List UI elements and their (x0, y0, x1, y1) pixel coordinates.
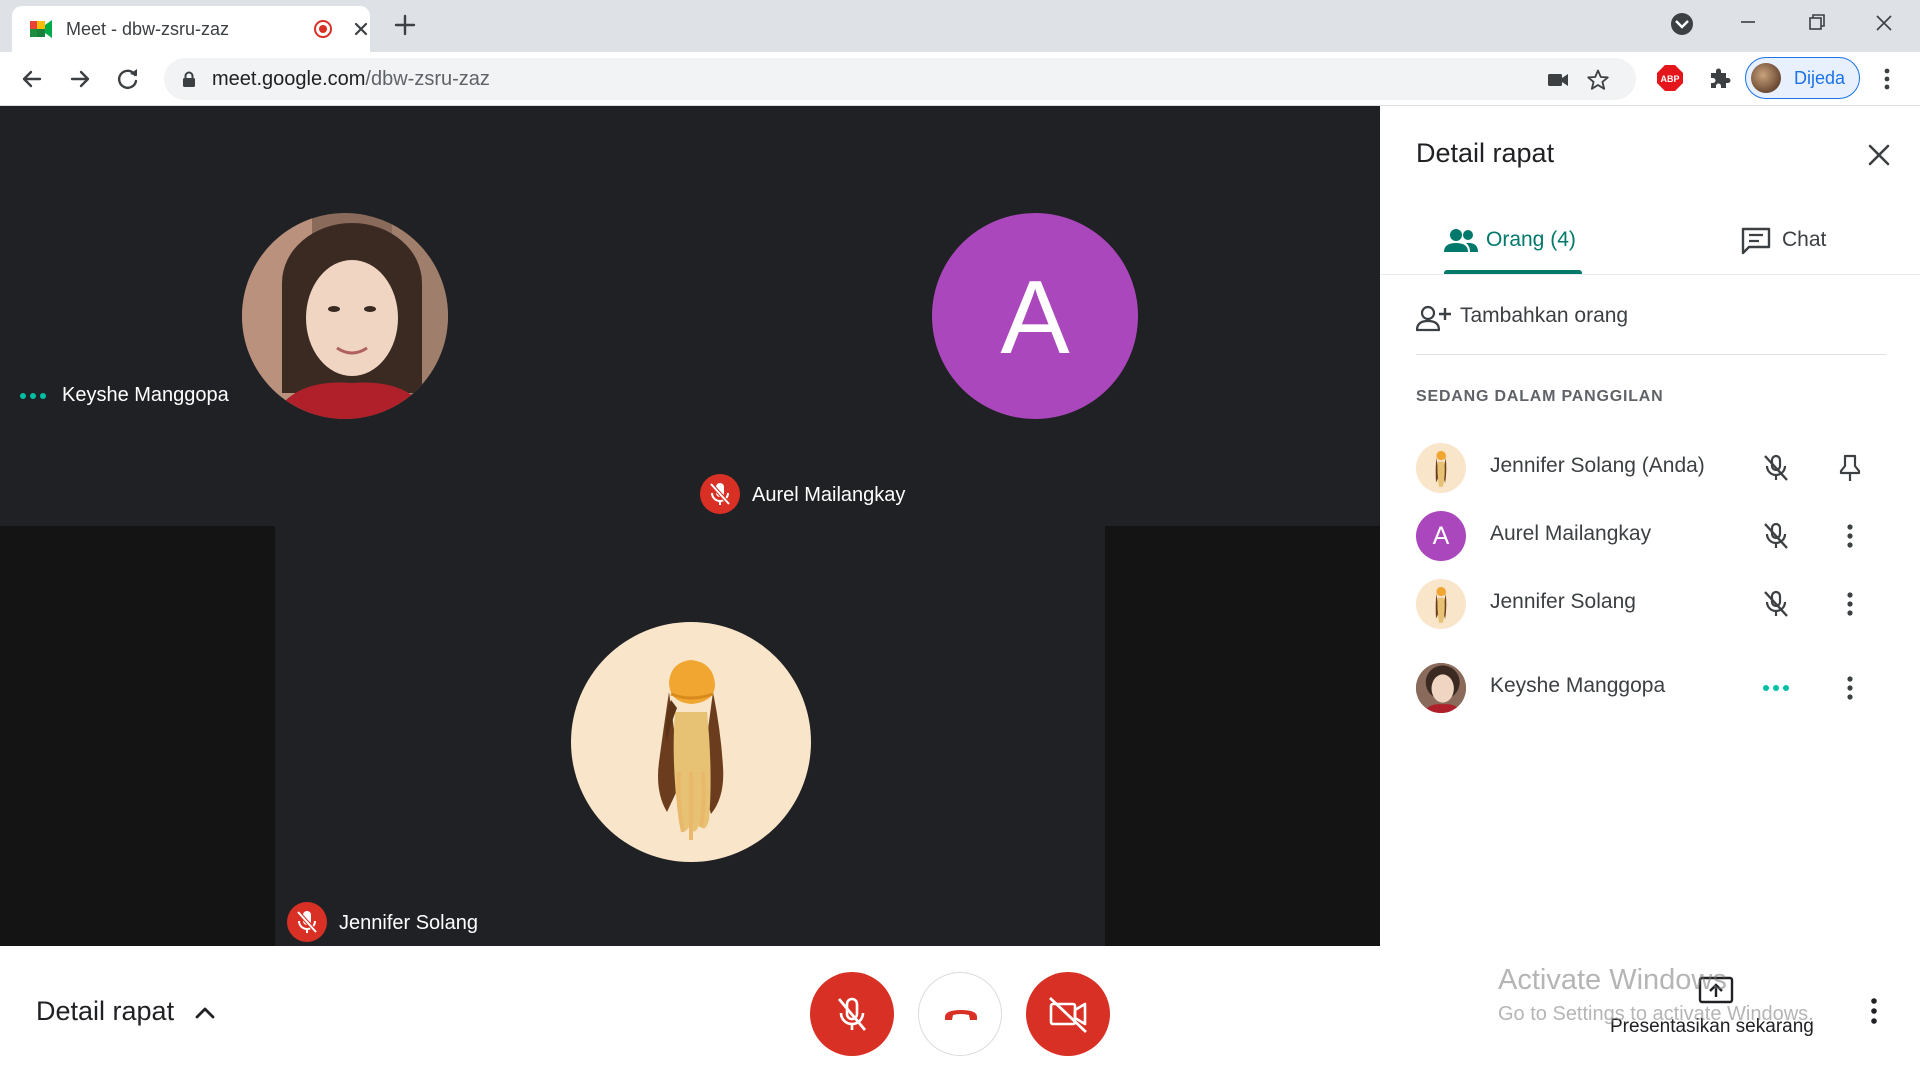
camera-off-icon (1049, 996, 1087, 1034)
participant-letter-avatar: A (932, 213, 1138, 419)
participant-list-name: Aurel Mailangkay (1490, 522, 1652, 545)
abp-label: ABP (1660, 74, 1679, 84)
avatar-letter: A (1432, 522, 1450, 550)
mic-off-icon (1764, 522, 1788, 549)
more-options-icon[interactable] (1862, 994, 1886, 1028)
more-vert-icon[interactable] (1834, 672, 1866, 704)
profile-status-label: Dijeda (1794, 68, 1846, 88)
toggle-camera-button[interactable] (1026, 972, 1110, 1056)
hang-up-phone-icon (945, 1010, 977, 1020)
participant-name: Aurel Mailangkay (752, 484, 906, 506)
toggle-microphone-button[interactable] (810, 972, 894, 1056)
meeting-controls-bar: Detail rapat Presentasikan sekarang (0, 946, 1920, 1080)
url-path: /dbw-zsru-zaz (365, 68, 490, 90)
tab-chat-label: Chat (1782, 228, 1827, 251)
tab-divider (1380, 274, 1920, 275)
camera-indicator-icon[interactable] (1546, 68, 1570, 92)
mic-off-icon (709, 482, 731, 506)
more-vert-icon[interactable] (1834, 520, 1866, 552)
tab-people[interactable]: Orang (4) (1444, 216, 1604, 274)
leave-call-button[interactable] (918, 972, 1002, 1056)
mic-off-icon (1764, 454, 1788, 481)
participant-tile-keyshe[interactable]: Keyshe Manggopa (0, 106, 690, 526)
forward-icon[interactable] (66, 65, 94, 93)
mic-off-icon (837, 997, 867, 1031)
extensions-puzzle-icon[interactable] (1706, 65, 1732, 91)
chevron-up-icon[interactable] (192, 1000, 218, 1026)
tab-close-icon[interactable] (350, 18, 372, 40)
profile-avatar (1751, 63, 1781, 93)
participant-avatar (1416, 443, 1466, 493)
people-icon (1444, 229, 1478, 252)
stage-letterbox-left (0, 526, 275, 946)
present-now-button[interactable]: Presentasikan sekarang (1600, 976, 1840, 1046)
panel-title: Detail rapat (1416, 138, 1555, 168)
adblock-plus-icon[interactable]: ABP (1656, 64, 1684, 92)
mic-off-icon (1764, 590, 1788, 617)
stage-letterbox-right (1105, 526, 1380, 946)
back-icon[interactable] (18, 65, 46, 93)
add-person-label: Tambahkan orang (1460, 304, 1629, 327)
minimize-icon[interactable] (1728, 8, 1768, 38)
meeting-stage: Keyshe Manggopa A Aurel Mailangkay Jenni… (0, 106, 1380, 946)
address-bar[interactable]: meet.google.com/dbw-zsru-zaz (164, 58, 1636, 100)
url-text: meet.google.com/dbw-zsru-zaz (212, 68, 490, 91)
tab-chat[interactable]: Chat (1740, 216, 1850, 274)
muted-badge (700, 474, 740, 514)
restore-icon[interactable] (1796, 8, 1836, 38)
participant-illustration-avatar (571, 622, 811, 862)
chat-icon (1741, 227, 1771, 255)
bookmark-star-icon[interactable] (1586, 68, 1610, 92)
browser-toolbar: meet.google.com/dbw-zsru-zaz ABP Dijeda (0, 52, 1920, 106)
reload-icon[interactable] (114, 65, 142, 93)
muted-badge (287, 902, 327, 942)
mic-off-icon (296, 910, 318, 934)
tab-search-icon[interactable] (1662, 8, 1702, 38)
google-meet-favicon (30, 20, 52, 38)
speaking-dots-icon (20, 393, 46, 399)
tab-people-label: Orang (4) (1486, 228, 1576, 251)
present-screen-icon (1698, 976, 1734, 1004)
browser-tab[interactable]: Meet - dbw-zsru-zaz (12, 6, 370, 52)
participant-list-item[interactable]: Jennifer Solang (1416, 574, 1896, 634)
new-tab-icon[interactable] (392, 12, 418, 38)
add-person-button[interactable]: Tambahkan orang (1416, 298, 1816, 338)
participant-list-name: Jennifer Solang (Anda) (1490, 454, 1705, 477)
add-person-icon (1416, 305, 1451, 332)
url-host: meet.google.com (212, 68, 366, 90)
participant-list-item[interactable]: Jennifer Solang (Anda) (1416, 438, 1896, 498)
participant-list-item[interactable]: A Aurel Mailangkay (1416, 506, 1896, 566)
participant-avatar: A (1416, 511, 1466, 561)
participant-tile-jennifer[interactable]: Jennifer Solang (275, 526, 1105, 946)
participant-photo (242, 213, 448, 419)
meeting-details-toggle[interactable]: Detail rapat (36, 996, 174, 1027)
tab-title: Meet - dbw-zsru-zaz (66, 19, 230, 39)
lock-icon (183, 71, 195, 87)
window-close-icon[interactable] (1864, 8, 1904, 38)
avatar-letter: A (1000, 260, 1070, 376)
panel-close-icon[interactable] (1864, 140, 1894, 170)
panel-divider (1416, 354, 1886, 355)
participant-list-item[interactable]: Keyshe Manggopa (1416, 658, 1896, 718)
browser-tab-strip: Meet - dbw-zsru-zaz (0, 0, 1920, 52)
participant-name: Jennifer Solang (339, 912, 478, 934)
participant-list-name: Jennifer Solang (1490, 590, 1636, 613)
participant-avatar (1416, 579, 1466, 629)
browser-menu-icon[interactable] (1876, 64, 1898, 94)
present-now-label: Presentasikan sekarang (1610, 1016, 1814, 1037)
pin-icon[interactable] (1834, 452, 1866, 484)
profile-button[interactable]: Dijeda (1745, 57, 1860, 99)
in-call-section-label: SEDANG DALAM PANGGILAN (1416, 388, 1664, 405)
participant-tile-aurel[interactable]: A Aurel Mailangkay (690, 106, 1380, 526)
participant-list-name: Keyshe Manggopa (1490, 674, 1666, 697)
participant-avatar (1416, 663, 1466, 713)
girl-beanie-illustration (658, 660, 724, 840)
participant-name: Keyshe Manggopa (62, 384, 229, 406)
meeting-details-panel: Detail rapat Orang (4) Chat Tambahkan or… (1380, 106, 1920, 946)
speaking-dots-icon (1763, 685, 1789, 691)
recording-indicator-icon (314, 20, 332, 38)
more-vert-icon[interactable] (1834, 588, 1866, 620)
